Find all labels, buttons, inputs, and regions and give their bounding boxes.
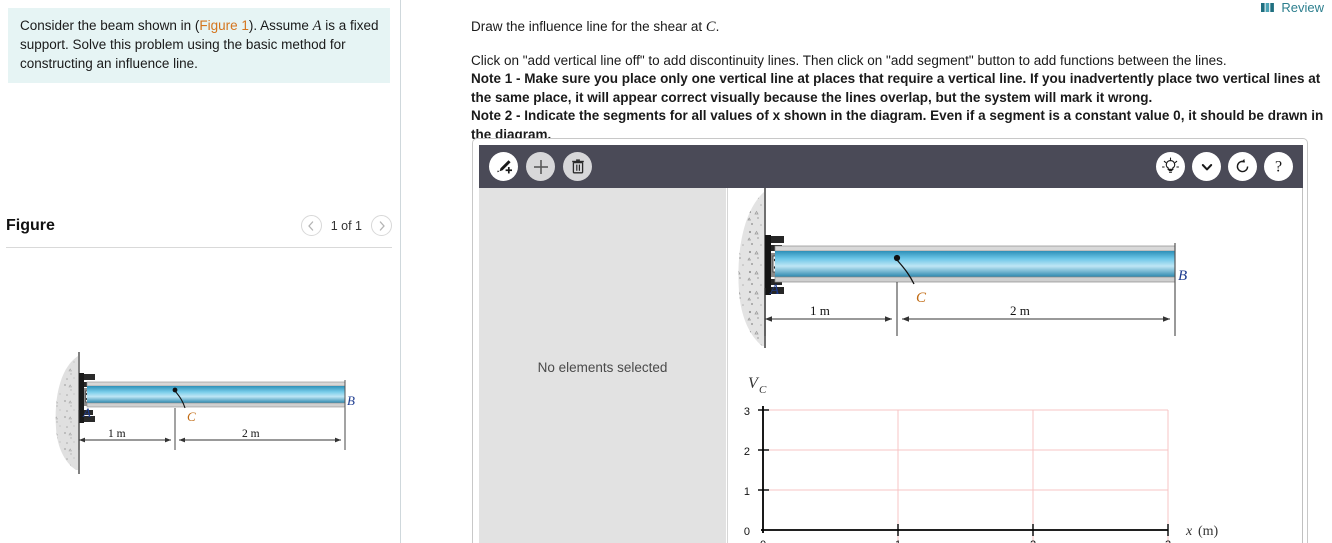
- answer-canvas-card: ? No elements selected A B C 1 m 2 m V C…: [472, 138, 1308, 543]
- dim-right-label: 2 m: [242, 428, 260, 440]
- x-tick-0: 0: [760, 539, 766, 543]
- redo-arrow-icon: [1236, 158, 1249, 173]
- diagram-and-plot[interactable]: A B C 1 m 2 m V C 3 2 1 0 x (m): [728, 188, 1303, 543]
- figure-header: Figure 1 of 1: [6, 215, 392, 236]
- add-segment-button[interactable]: [489, 152, 518, 181]
- label-b: B: [347, 393, 355, 408]
- lightbulb-icon: [1161, 157, 1180, 173]
- trash-icon: [571, 158, 584, 173]
- beam-dim-left: 1 m: [810, 303, 830, 318]
- label-a: A: [82, 405, 91, 420]
- figure-count-label: 1 of 1: [330, 218, 362, 233]
- hint-button[interactable]: [1156, 152, 1185, 181]
- plus-icon: [533, 159, 548, 174]
- plot-x-axis-units: (m): [1198, 524, 1219, 539]
- beam-label-c: C: [916, 290, 927, 306]
- chevron-left-icon: [308, 220, 314, 231]
- toolbar-left-group: [489, 152, 592, 181]
- beam-label-b: B: [1178, 268, 1187, 284]
- question-line: Draw the influence line for the shear at…: [471, 18, 1326, 38]
- y-tick-1: 1: [744, 486, 750, 498]
- question-symbol-c: C: [705, 19, 716, 35]
- instructions-block: Draw the influence line for the shear at…: [471, 18, 1326, 144]
- question-mark-icon: ?: [1275, 159, 1282, 176]
- figure-prev-button[interactable]: [300, 215, 322, 236]
- more-options-button[interactable]: [1192, 152, 1221, 181]
- pencil-plus-icon: [496, 159, 512, 173]
- figure-next-button[interactable]: [371, 215, 392, 236]
- chevron-right-icon: [379, 220, 385, 231]
- x-tick-1: 1: [895, 539, 901, 543]
- figure-1-link[interactable]: Figure 1: [199, 18, 249, 33]
- problem-text-1: Consider the beam shown in (: [20, 18, 200, 33]
- elements-panel[interactable]: No elements selected: [479, 188, 726, 543]
- figure-title: Figure: [6, 216, 55, 234]
- right-panel: Draw the influence line for the shear at…: [401, 0, 1332, 543]
- no-elements-message: No elements selected: [537, 359, 668, 375]
- figure-navigation: 1 of 1: [300, 215, 392, 236]
- influence-line-plot[interactable]: V C 3 2 1 0 x (m): [744, 375, 1219, 543]
- left-panel: Consider the beam shown in (Figure 1). A…: [0, 0, 400, 543]
- figure-divider: [6, 247, 392, 248]
- reset-button[interactable]: [1228, 152, 1257, 181]
- help-button[interactable]: ?: [1264, 152, 1293, 181]
- beam-dim-right: 2 m: [1010, 303, 1030, 318]
- instruction-note-1: Note 1 - Make sure you place only one ve…: [471, 71, 1321, 105]
- add-vertical-line-button[interactable]: [526, 152, 555, 181]
- instruction-line-2: Click on "add vertical line off" to add …: [471, 52, 1227, 68]
- symbol-a: A: [312, 18, 322, 34]
- svg-text:?: ?: [1275, 159, 1282, 176]
- plot-y-axis-sublabel: C: [759, 384, 767, 396]
- x-tick-2: 2: [1030, 539, 1036, 543]
- figure-beam-thumbnail[interactable]: A B C 1 m 2 m: [20, 350, 365, 475]
- toolbar-right-group: ?: [1156, 152, 1293, 181]
- problem-text-2: ). Assume: [248, 18, 313, 33]
- beam-diagram: A B C 1 m 2 m: [738, 188, 1187, 348]
- problem-statement: Consider the beam shown in (Figure 1). A…: [8, 8, 390, 84]
- y-tick-0: 0: [744, 526, 750, 538]
- drawing-area[interactable]: A B C 1 m 2 m V C 3 2 1 0 x (m): [727, 188, 1303, 543]
- y-tick-2: 2: [744, 446, 750, 458]
- label-c: C: [187, 409, 196, 424]
- question-text-pre: Draw the influence line for the shear at: [471, 19, 706, 34]
- question-text-post: .: [715, 19, 720, 34]
- delete-button[interactable]: [563, 152, 592, 181]
- canvas-body: No elements selected A B C 1 m 2 m V C 3…: [479, 188, 1303, 543]
- dim-left-label: 1 m: [108, 428, 126, 440]
- canvas-toolbar: ?: [479, 145, 1303, 188]
- drawing-area-right-edge: [1302, 188, 1303, 543]
- y-tick-3: 3: [744, 406, 750, 418]
- x-tick-3: 3: [1165, 539, 1171, 543]
- chevron-down-icon: [1201, 163, 1212, 170]
- plot-x-axis-label: x: [1185, 524, 1193, 539]
- beam-label-a: A: [769, 282, 780, 298]
